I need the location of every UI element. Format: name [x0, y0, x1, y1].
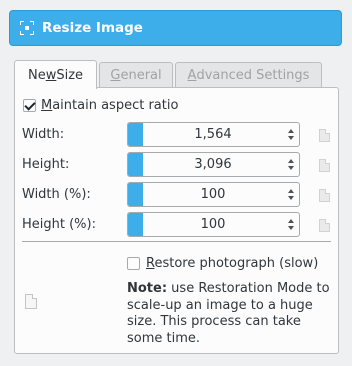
height-percent-row: Height (%): 100	[22, 212, 330, 237]
increment-icon	[288, 129, 294, 133]
tab-advanced-settings[interactable]: Advanced Settings	[175, 62, 322, 88]
height-value[interactable]: 3,096	[143, 153, 283, 176]
tab-general[interactable]: General	[99, 62, 173, 88]
height-spinbox[interactable]: 3,096	[127, 152, 300, 177]
height-percent-value[interactable]: 100	[143, 213, 283, 236]
resize-icon	[20, 21, 34, 35]
height-row: Height: 3,096	[22, 152, 330, 177]
decrement-icon	[288, 166, 294, 170]
increment-icon	[288, 189, 294, 193]
dialog-header: Resize Image	[9, 10, 342, 46]
decrement-icon	[288, 226, 294, 230]
increment-icon	[288, 219, 294, 223]
increment-icon	[288, 159, 294, 163]
height-reset-icon[interactable]	[319, 159, 330, 172]
tab-bar: Ne w Size General Advanced Settings	[14, 60, 324, 89]
width-percent-label: Width (%):	[22, 187, 91, 202]
document-icon	[25, 294, 37, 309]
width-percent-stepper[interactable]	[283, 183, 299, 206]
maintain-aspect-ratio-option[interactable]: Maintain aspect ratio	[23, 98, 178, 113]
height-percent-slider-fill	[128, 213, 143, 236]
height-percent-stepper[interactable]	[283, 213, 299, 236]
height-stepper[interactable]	[283, 153, 299, 176]
restore-photograph-checkbox[interactable]	[127, 257, 140, 270]
restoration-note: Note: use Restoration Mode to scale-up a…	[127, 281, 332, 347]
restore-photograph-option[interactable]: Restore photograph (slow)	[127, 256, 318, 271]
decrement-icon	[288, 136, 294, 140]
maintain-aspect-ratio-checkbox[interactable]	[23, 99, 36, 112]
decrement-icon	[288, 196, 294, 200]
width-percent-spinbox[interactable]: 100	[127, 182, 300, 207]
divider	[22, 241, 331, 242]
width-percent-reset-icon[interactable]	[319, 189, 330, 202]
restore-photograph-label: Restore photograph (slow)	[146, 256, 319, 271]
height-percent-reset-icon[interactable]	[319, 219, 330, 232]
tab-new-size[interactable]: Ne w Size	[14, 60, 97, 89]
width-spinbox[interactable]: 1,564	[127, 122, 300, 147]
width-percent-slider-fill	[128, 183, 143, 206]
width-stepper[interactable]	[283, 123, 299, 146]
width-percent-row: Width (%): 100	[22, 182, 330, 207]
note-label: Note:	[127, 281, 168, 296]
width-value[interactable]: 1,564	[143, 123, 283, 146]
width-reset-icon[interactable]	[319, 129, 330, 142]
maintain-aspect-ratio-label: Maintain aspect ratio	[41, 98, 179, 113]
width-slider-fill	[128, 123, 143, 146]
height-percent-spinbox[interactable]: 100	[127, 212, 300, 237]
width-label: Width:	[22, 127, 65, 142]
height-slider-fill	[128, 153, 143, 176]
width-percent-value[interactable]: 100	[143, 183, 283, 206]
width-row: Width: 1,564	[22, 122, 330, 147]
new-size-panel: Maintain aspect ratio Width: 1,564 Heigh…	[14, 87, 339, 354]
height-percent-label: Height (%):	[22, 217, 96, 232]
height-label: Height:	[22, 157, 70, 172]
dialog-title: Resize Image	[42, 20, 143, 36]
